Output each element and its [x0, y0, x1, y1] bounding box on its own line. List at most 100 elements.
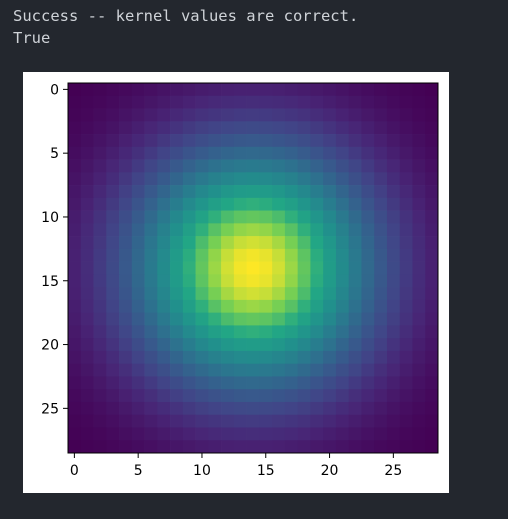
heatmap-cell [93, 325, 107, 339]
heatmap-cell [272, 401, 286, 416]
heatmap-cell [335, 108, 350, 122]
heatmap-cell [80, 223, 94, 237]
x-tick-label: 25 [384, 463, 402, 479]
heatmap-cell [80, 248, 94, 262]
heatmap-cell [412, 401, 426, 416]
heatmap-cell [195, 338, 209, 352]
heatmap-cell [272, 121, 286, 135]
heatmap-cell [233, 83, 247, 97]
heatmap-cell [259, 223, 273, 237]
heatmap-cell [157, 210, 171, 224]
heatmap-cell [80, 363, 94, 377]
heatmap-cell [195, 376, 209, 390]
heatmap-cell [335, 299, 350, 314]
heatmap-cell [233, 108, 247, 122]
heatmap-cell [348, 363, 362, 377]
heatmap-cell [425, 274, 439, 288]
heatmap-cell [80, 440, 94, 454]
heatmap-cell [272, 108, 286, 122]
heatmap-cell [335, 185, 350, 199]
heatmap-cell [131, 389, 145, 403]
heatmap-cell [233, 325, 247, 339]
heatmap-cell [323, 248, 337, 262]
heatmap-cell [144, 427, 158, 441]
heatmap-cell [106, 159, 120, 173]
heatmap-cell [310, 210, 324, 224]
heatmap-cell [386, 414, 401, 428]
heatmap-cell [68, 414, 82, 428]
heatmap-cell [106, 427, 120, 441]
heatmap-cell [119, 197, 133, 211]
heatmap-cell [412, 83, 426, 97]
heatmap-cell [195, 248, 209, 262]
heatmap-cell [297, 440, 311, 454]
heatmap-cell [348, 299, 362, 314]
heatmap-cell [246, 121, 260, 135]
heatmap-cell [386, 108, 401, 122]
heatmap-cell [144, 414, 158, 428]
heatmap-cell [233, 440, 247, 454]
heatmap-cell [374, 325, 388, 339]
heatmap-cell [335, 248, 350, 262]
heatmap-cell [170, 146, 184, 160]
heatmap-cell [170, 350, 184, 365]
heatmap-cell [412, 223, 426, 237]
heatmap-cell [208, 248, 222, 262]
heatmap-cell [335, 95, 350, 109]
heatmap-cell [246, 83, 260, 97]
heatmap-cell [221, 159, 235, 173]
heatmap-cell [297, 83, 311, 97]
heatmap-cell [68, 325, 82, 339]
heatmap-cell [272, 350, 286, 365]
heatmap-cell [297, 376, 311, 390]
heatmap-cell [259, 95, 273, 109]
heatmap-cell [335, 401, 350, 416]
heatmap-cell [233, 427, 247, 441]
heatmap-cell [106, 197, 120, 211]
heatmap-cell [361, 172, 375, 186]
heatmap-cell [68, 236, 82, 250]
heatmap-cell [80, 95, 94, 109]
heatmap-cell [374, 197, 388, 211]
heatmap-cell [272, 363, 286, 377]
output-line-success: Success -- kernel values are correct. [13, 7, 359, 25]
heatmap-cell [221, 389, 235, 403]
heatmap-cell [131, 236, 145, 250]
heatmap-cell [170, 299, 184, 314]
heatmap-cell [399, 299, 413, 314]
heatmap-cell [144, 325, 158, 339]
heatmap-cell [310, 197, 324, 211]
heatmap-cell [399, 427, 413, 441]
heatmap-cell [182, 274, 196, 288]
y-tick-label: 5 [50, 146, 59, 162]
heatmap-cell [233, 159, 247, 173]
heatmap-cell [68, 350, 82, 365]
heatmap-cell [170, 185, 184, 199]
heatmap-cell [233, 223, 247, 237]
heatmap-cell [272, 83, 286, 97]
heatmap-cell [246, 248, 260, 262]
heatmap-cell [221, 172, 235, 186]
heatmap-cell [195, 146, 209, 160]
heatmap-cell [80, 389, 94, 403]
heatmap-cell [119, 312, 133, 326]
heatmap-cell [374, 83, 388, 97]
heatmap-cell [170, 389, 184, 403]
heatmap-cell [157, 146, 171, 160]
heatmap-cell [425, 287, 439, 301]
heatmap-cell [246, 376, 260, 390]
heatmap-cell [233, 95, 247, 109]
heatmap-cell [361, 248, 375, 262]
heatmap-cell [221, 197, 235, 211]
heatmap-cell [335, 389, 350, 403]
heatmap-cell [233, 134, 247, 148]
heatmap-cell [386, 248, 401, 262]
heatmap-cell [119, 427, 133, 441]
heatmap-cell [93, 427, 107, 441]
heatmap-cell [425, 95, 439, 109]
heatmap-cell [272, 159, 286, 173]
heatmap-cell [246, 427, 260, 441]
heatmap-cell [221, 95, 235, 109]
heatmap-cell [208, 389, 222, 403]
heatmap-cell [425, 312, 439, 326]
